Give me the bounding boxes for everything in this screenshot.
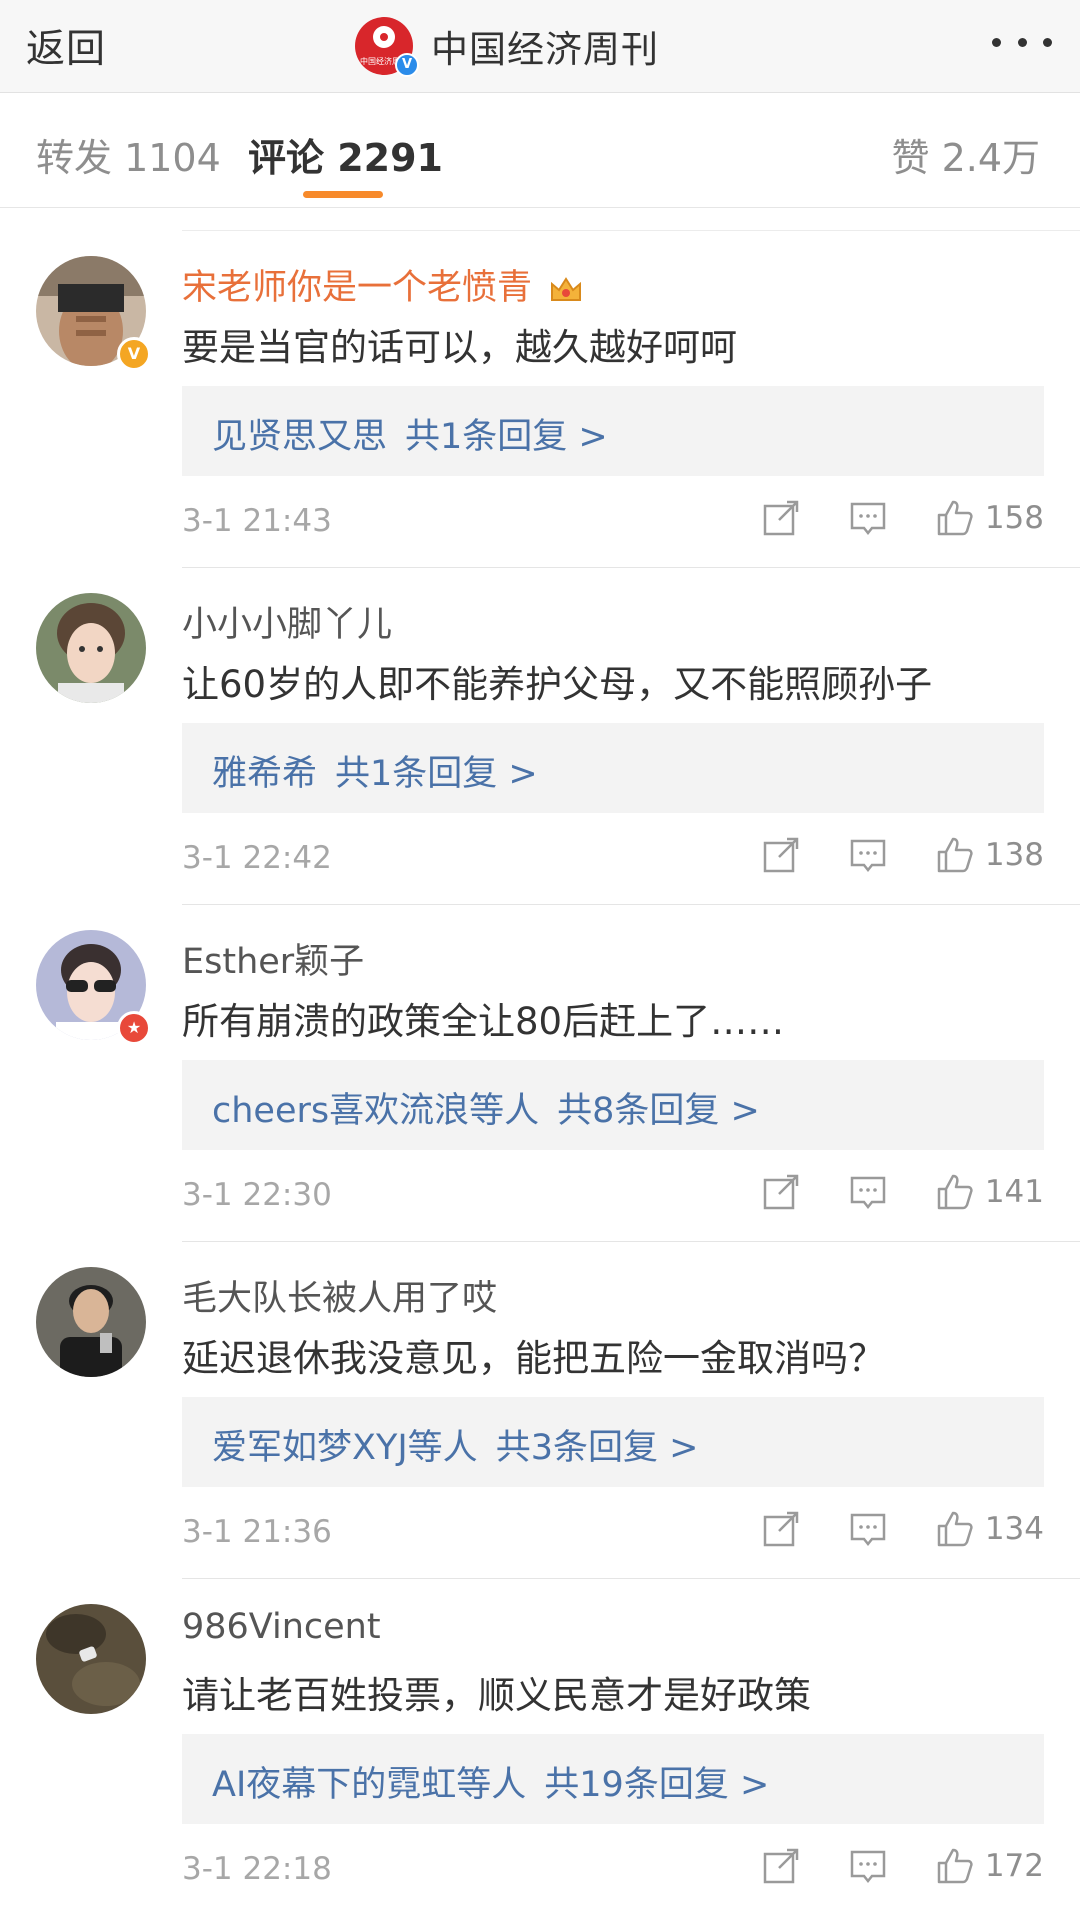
- like-count: 172: [984, 1848, 1044, 1884]
- comment-actions: 172: [761, 1843, 1044, 1889]
- share-icon[interactable]: [761, 835, 801, 875]
- member-star-icon: ★: [117, 1011, 151, 1045]
- reply-summary[interactable]: cheers喜欢流浪等人 共8条回复 >: [182, 1060, 1044, 1150]
- like-count: 138: [984, 837, 1044, 873]
- comment-actions: 134: [761, 1506, 1044, 1552]
- comment-author[interactable]: 小小小脚丫儿: [182, 596, 392, 647]
- comment-actions: 138: [761, 832, 1044, 878]
- back-button[interactable]: 返回: [26, 18, 106, 74]
- reply-users[interactable]: 见贤思又思: [212, 417, 387, 457]
- comment-author[interactable]: Esther颖子: [182, 933, 364, 984]
- reply-count[interactable]: 共19条回复 >: [544, 1765, 769, 1805]
- comment-time: 3-1 21:43: [182, 503, 332, 539]
- reply-users[interactable]: 爱军如梦XYJ等人: [212, 1428, 478, 1468]
- comment-time: 3-1 22:42: [182, 840, 332, 876]
- share-icon[interactable]: [761, 1846, 801, 1886]
- like-icon[interactable]: [935, 498, 975, 538]
- like-icon[interactable]: [935, 1172, 975, 1212]
- reply-summary[interactable]: 见贤思又思 共1条回复 >: [182, 386, 1044, 476]
- comment-time: 3-1 21:36: [182, 1514, 332, 1550]
- comment-text: 让60岁的人即不能养护父母，又不能照顾孙子: [182, 663, 933, 706]
- author-name: 宋老师你是一个老愤青: [182, 268, 533, 308]
- comment-item: 毛大队长被人用了哎 延迟退休我没意见，能把五险一金取消吗？ 爱军如梦XYJ等人共…: [0, 1242, 1080, 1579]
- account-title-area[interactable]: 中国经济周刊 V 中国经济周刊: [355, 10, 659, 82]
- comment-text: 要是当官的话可以，越久越好呵呵: [182, 326, 737, 369]
- comment-item: 986Vincent 请让老百姓投票，顺义民意才是好政策 AI夜幕下的霓虹等人共…: [0, 1579, 1080, 1916]
- like-icon[interactable]: [935, 1846, 975, 1886]
- account-logo: 中国经济周刊 V: [355, 17, 419, 77]
- comment-icon[interactable]: [848, 1509, 888, 1549]
- tab-comment[interactable]: 评论 2291: [248, 127, 443, 182]
- comment-text: 请让老百姓投票，顺义民意才是好政策: [182, 1674, 811, 1717]
- share-icon[interactable]: [761, 1509, 801, 1549]
- reply-summary[interactable]: 爱军如梦XYJ等人 共3条回复 >: [182, 1397, 1044, 1487]
- comment-time: 3-1 22:30: [182, 1177, 332, 1213]
- share-icon[interactable]: [761, 498, 801, 538]
- comment-author[interactable]: 986Vincent: [182, 1607, 381, 1647]
- comment-icon[interactable]: [848, 835, 888, 875]
- verified-user-icon: V: [117, 337, 151, 371]
- verified-icon: V: [395, 53, 419, 77]
- comment-actions: 141: [761, 1169, 1044, 1215]
- reply-summary[interactable]: AI夜幕下的霓虹等人 共19条回复 >: [182, 1734, 1044, 1824]
- vip-crown-icon: [551, 277, 582, 301]
- reply-count[interactable]: 共3条回复 >: [496, 1428, 699, 1468]
- comment-item: ★ Esther颖子 所有崩溃的政策全让80后赶上了…… cheers喜欢流浪等…: [0, 905, 1080, 1242]
- reply-count[interactable]: 共1条回复 >: [335, 754, 538, 794]
- reply-users[interactable]: cheers喜欢流浪等人: [212, 1091, 539, 1131]
- reply-count[interactable]: 共1条回复 >: [405, 417, 608, 457]
- avatar[interactable]: [36, 1604, 146, 1714]
- tab-bar: 转发 1104 评论 2291 赞 2.4万: [0, 93, 1080, 208]
- comment-icon[interactable]: [848, 1846, 888, 1886]
- reply-summary[interactable]: 雅希希 共1条回复 >: [182, 723, 1044, 813]
- comment-item: 小小小脚丫儿 让60岁的人即不能养护父母，又不能照顾孙子 雅希希 共1条回复 > …: [0, 568, 1080, 905]
- like-count: 134: [984, 1511, 1044, 1547]
- list-top-divider: [182, 208, 1080, 231]
- reply-users[interactable]: 雅希希: [212, 754, 317, 794]
- avatar[interactable]: [36, 593, 146, 703]
- comment-icon[interactable]: [848, 498, 888, 538]
- tab-forward[interactable]: 转发 1104: [36, 127, 221, 182]
- comment-icon[interactable]: [848, 1172, 888, 1212]
- like-icon[interactable]: [935, 1509, 975, 1549]
- comment-item: V 宋老师你是一个老愤青 要是当官的话可以，越久越好呵呵 见贤思又思 共1条回复 …: [0, 231, 1080, 568]
- tab-like[interactable]: 赞 2.4万: [891, 127, 1040, 182]
- account-title: 中国经济周刊: [431, 28, 659, 71]
- comment-text: 所有崩溃的政策全让80后赶上了……: [182, 1000, 785, 1043]
- more-options-icon[interactable]: [992, 22, 1052, 62]
- avatar[interactable]: [36, 1267, 146, 1377]
- like-count: 158: [984, 500, 1044, 536]
- share-icon[interactable]: [761, 1172, 801, 1212]
- top-navigation-bar: 返回 中国经济周刊 V 中国经济周刊: [0, 0, 1080, 93]
- comment-text: 延迟退休我没意见，能把五险一金取消吗？: [182, 1337, 885, 1380]
- like-count: 141: [984, 1174, 1044, 1210]
- comment-time: 3-1 22:18: [182, 1851, 332, 1887]
- reply-users[interactable]: AI夜幕下的霓虹等人: [212, 1765, 526, 1805]
- active-tab-indicator: [303, 191, 383, 198]
- comment-author[interactable]: 毛大队长被人用了哎: [182, 1270, 497, 1321]
- comment-author[interactable]: 宋老师你是一个老愤青: [182, 259, 583, 310]
- comment-actions: 158: [761, 495, 1044, 541]
- reply-count[interactable]: 共8条回复 >: [557, 1091, 760, 1131]
- like-icon[interactable]: [935, 835, 975, 875]
